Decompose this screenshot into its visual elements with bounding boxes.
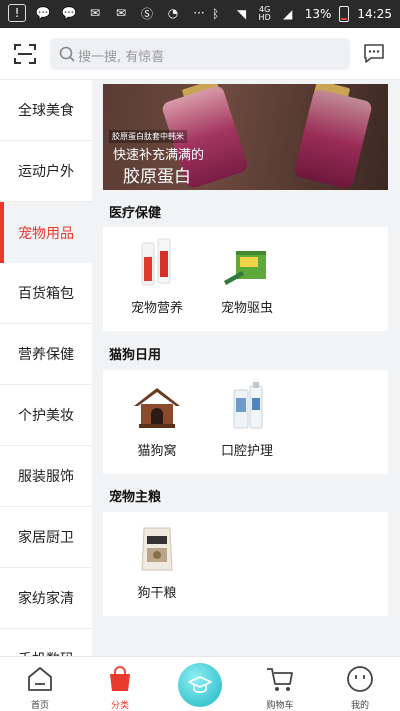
mail-icon: ✉ bbox=[89, 6, 101, 20]
nav-category[interactable]: 分类 bbox=[80, 657, 160, 711]
section-card: 狗干粮 bbox=[103, 512, 388, 616]
category-sidebar: 全球美食 运动户外 宠物用品 百货箱包 营养保健 个护美妆 服装服饰 家居厨卫 … bbox=[0, 80, 92, 656]
search-placeholder: 搜一搜, 有惊喜 bbox=[78, 50, 165, 65]
category-tile-oral-care[interactable]: 口腔护理 bbox=[199, 370, 295, 474]
status-bar: ! 💬 💬 ✉ ✉ Ⓢ ◔ ··· ᛒ ◥ 4G HD ◢ 13% 14:25 bbox=[0, 0, 400, 28]
banner-slogan: 快速补充满满的 bbox=[113, 148, 205, 163]
category-tile-label: 宠物驱虫 bbox=[220, 301, 273, 316]
sidebar-item-pet-supplies[interactable]: 宠物用品 bbox=[0, 202, 92, 263]
sidebar-item-phones-digital[interactable]: 手机数码 bbox=[0, 629, 92, 656]
app-s-icon: Ⓢ bbox=[140, 6, 153, 21]
shopping-bag-icon bbox=[110, 666, 130, 691]
collagen-bottle-image bbox=[293, 88, 373, 190]
sidebar-item-global-food[interactable]: 全球美食 bbox=[0, 80, 92, 141]
nav-label: 购物车 bbox=[266, 701, 294, 711]
mail-icon: ✉ bbox=[115, 6, 127, 20]
graduation-cap-icon bbox=[188, 676, 212, 694]
section-title: 猫狗日用 bbox=[109, 348, 162, 363]
section-title: 宠物主粮 bbox=[109, 490, 162, 505]
sidebar-item-home-kitchen-bath[interactable]: 家居厨卫 bbox=[0, 507, 92, 568]
cart-icon bbox=[267, 668, 293, 691]
sidebar-item-sports-outdoor[interactable]: 运动户外 bbox=[0, 141, 92, 202]
category-tile-dog-food[interactable]: 狗干粮 bbox=[109, 512, 205, 616]
nav-profile[interactable]: 我的 bbox=[320, 657, 400, 711]
banner-headline: 胶原蛋白 bbox=[123, 167, 191, 187]
system-icons: ᛒ ◥ 4G HD ◢ 13% 14:25 bbox=[207, 5, 392, 23]
nav-label: 分类 bbox=[110, 701, 129, 711]
bluetooth-icon: ᛒ bbox=[211, 7, 220, 21]
signal-icon: ◢ bbox=[283, 7, 293, 21]
pet-deworming-box-icon bbox=[224, 251, 266, 285]
sidebar-item-home-textiles-cleaning[interactable]: 家纺家清 bbox=[0, 568, 92, 629]
message-icon[interactable] bbox=[362, 41, 386, 65]
sidebar-item-nutrition-health[interactable]: 营养保健 bbox=[0, 324, 92, 385]
category-tile-label: 口腔护理 bbox=[220, 444, 273, 459]
section-title: 医疗保健 bbox=[109, 206, 162, 221]
dog-food-bag-icon bbox=[141, 527, 173, 571]
chat-bubble-icon: 💬 bbox=[61, 6, 77, 20]
bottom-navigation: 首页 分类 购物车 我的 bbox=[0, 656, 400, 711]
section-card: 猫狗窝 口腔护理 bbox=[103, 370, 388, 474]
nav-cart[interactable]: 购物车 bbox=[240, 657, 320, 711]
nav-label: 首页 bbox=[30, 701, 49, 711]
category-tile-pet-house[interactable]: 猫狗窝 bbox=[109, 370, 205, 474]
category-content: 胶原蛋白肽套中韩米 快速补充满满的 胶原蛋白 医疗保健 宠物营养 宠物驱虫 猫狗… bbox=[92, 80, 400, 656]
chat-bubble-icon: 💬 bbox=[35, 6, 51, 20]
category-tile-label: 狗干粮 bbox=[137, 586, 177, 601]
center-action-button[interactable] bbox=[178, 663, 222, 707]
profile-icon bbox=[347, 666, 373, 692]
scan-icon[interactable] bbox=[14, 44, 36, 64]
search-icon bbox=[59, 46, 75, 62]
header: 搜一搜, 有惊喜 bbox=[0, 28, 400, 80]
network-type: 4G HD bbox=[258, 5, 271, 22]
search-input[interactable]: 搜一搜, 有惊喜 bbox=[50, 38, 350, 70]
category-tile-label: 宠物营养 bbox=[130, 301, 183, 316]
pet-house-icon bbox=[134, 388, 180, 428]
oral-care-bottle-icon bbox=[233, 382, 263, 429]
section-card: 宠物营养 宠物驱虫 bbox=[103, 227, 388, 331]
nav-home[interactable]: 首页 bbox=[0, 657, 80, 711]
wifi-icon: ◥ bbox=[236, 7, 247, 21]
battery-percent: 13% bbox=[304, 7, 332, 21]
clock: 14:25 bbox=[357, 7, 392, 21]
category-tile-label: 猫狗窝 bbox=[137, 444, 177, 459]
home-icon bbox=[28, 667, 52, 691]
sidebar-item-personal-care-beauty[interactable]: 个护美妆 bbox=[0, 385, 92, 446]
category-tile-pet-deworming[interactable]: 宠物驱虫 bbox=[199, 227, 295, 331]
battery-icon bbox=[339, 6, 350, 22]
sidebar-item-clothing[interactable]: 服装服饰 bbox=[0, 446, 92, 507]
pet-nutrition-tube-icon bbox=[141, 238, 171, 286]
promo-banner[interactable]: 胶原蛋白肽套中韩米 快速补充满满的 胶原蛋白 bbox=[103, 84, 388, 190]
chat-icon: ◔ bbox=[167, 6, 179, 20]
banner-tag: 胶原蛋白肽套中韩米 bbox=[109, 130, 187, 143]
alert-icon: ! bbox=[8, 4, 26, 22]
notification-icons: ! 💬 💬 ✉ ✉ Ⓢ ◔ ··· bbox=[8, 4, 208, 22]
category-tile-pet-nutrition[interactable]: 宠物营养 bbox=[109, 227, 205, 331]
more-icon: ··· bbox=[193, 6, 205, 20]
sidebar-item-general-goods-bags[interactable]: 百货箱包 bbox=[0, 263, 92, 324]
nav-label: 我的 bbox=[350, 701, 369, 711]
